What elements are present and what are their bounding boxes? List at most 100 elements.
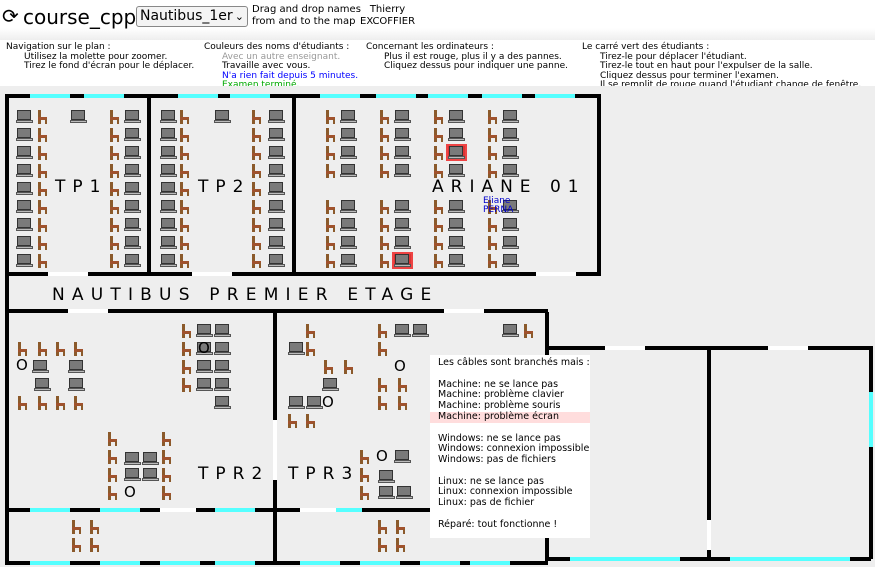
computer-icon[interactable] [322,378,339,391]
computer-icon[interactable] [502,128,519,141]
computer-icon[interactable] [196,378,213,391]
computer-icon[interactable] [214,342,231,355]
computer-icon[interactable] [34,378,51,391]
computer-icon[interactable] [394,146,411,159]
computer-icon[interactable] [68,360,85,373]
computer-icon[interactable] [124,254,141,267]
computer-icon[interactable] [448,110,465,123]
computer-icon[interactable] [394,236,411,249]
computer-icon[interactable] [268,182,285,195]
computer-icon[interactable] [124,146,141,159]
computer-icon[interactable] [340,218,357,231]
computer-icon[interactable] [268,200,285,213]
computer-icon[interactable] [160,218,177,231]
computer-icon[interactable] [142,452,159,465]
computer-icon[interactable] [32,360,49,373]
computer-icon[interactable] [448,218,465,231]
computer-icon[interactable] [124,218,141,231]
computer-icon[interactable] [394,200,411,213]
computer-icon[interactable] [16,254,33,267]
computer-icon[interactable] [378,486,395,499]
computer-icon[interactable] [160,146,177,159]
computer-icon[interactable] [160,236,177,249]
computer-icon[interactable] [288,396,305,409]
computer-icon[interactable] [16,236,33,249]
computer-icon[interactable] [268,110,285,123]
computer-icon[interactable] [124,236,141,249]
computer-icon[interactable] [16,164,33,177]
computer-icon[interactable] [394,450,411,463]
computer-icon[interactable] [214,378,231,391]
computer-icon[interactable] [288,342,305,355]
computer-icon[interactable] [394,218,411,231]
computer-icon[interactable] [16,128,33,141]
computer-icon[interactable] [412,324,429,337]
computer-icon[interactable] [268,236,285,249]
computer-icon[interactable] [394,324,411,337]
menu-item[interactable]: Windows: pas de fichiers [430,454,590,466]
computer-icon[interactable] [196,324,213,337]
computer-icon[interactable] [196,360,213,373]
computer-icon[interactable] [16,200,33,213]
computer-icon[interactable] [16,146,33,159]
computer-icon[interactable] [502,110,519,123]
computer-icon[interactable] [340,110,357,123]
computer-icon[interactable] [214,324,231,337]
computer-icon[interactable] [142,468,159,481]
computer-icon[interactable] [340,254,357,267]
computer-icon[interactable] [160,110,177,123]
reload-icon[interactable]: ⟳ [2,6,19,26]
computer-icon[interactable] [502,324,519,337]
computer-icon[interactable] [268,254,285,267]
computer-icon[interactable] [124,182,141,195]
computer-icon[interactable] [340,200,357,213]
computer-icon[interactable] [160,164,177,177]
computer-icon[interactable] [124,468,141,481]
computer-icon[interactable] [340,146,357,159]
computer-icon[interactable] [394,110,411,123]
computer-icon[interactable] [70,110,87,123]
computer-icon[interactable] [160,254,177,267]
computer-icon[interactable] [448,200,465,213]
computer-icon[interactable] [448,254,465,267]
computer-icon[interactable] [16,110,33,123]
menu-item[interactable]: Réparé: tout fonctionne ! [430,519,590,531]
computer-icon[interactable] [16,182,33,195]
computer-icon[interactable] [160,128,177,141]
computer-icon[interactable] [124,164,141,177]
broken-computer-icon[interactable] [448,146,465,159]
computer-icon[interactable] [306,396,323,409]
menu-item[interactable]: Linux: pas de fichier [430,497,590,509]
computer-icon[interactable] [68,378,85,391]
computer-icon[interactable] [268,128,285,141]
computer-icon[interactable] [448,164,465,177]
computer-icon[interactable] [394,128,411,141]
computer-icon[interactable] [448,128,465,141]
computer-icon[interactable] [340,128,357,141]
computer-icon[interactable] [448,236,465,249]
menu-item[interactable]: Machine: problème écran [430,411,590,423]
computer-icon[interactable] [396,486,413,499]
computer-icon[interactable] [268,164,285,177]
computer-icon[interactable] [214,110,231,123]
computer-icon[interactable] [268,218,285,231]
computer-icon[interactable] [214,360,231,373]
computer-icon[interactable] [394,164,411,177]
computer-icon[interactable] [214,396,231,409]
computer-icon[interactable] [160,200,177,213]
computer-icon[interactable] [502,218,519,231]
computer-icon[interactable] [340,164,357,177]
computer-icon[interactable] [160,182,177,195]
computer-icon[interactable] [340,236,357,249]
computer-icon[interactable] [502,164,519,177]
computer-icon[interactable] [124,200,141,213]
computer-icon[interactable] [378,470,395,483]
computer-icon[interactable] [124,110,141,123]
computer-icon[interactable] [16,218,33,231]
computer-icon[interactable] [124,452,141,465]
computer-icon[interactable] [124,128,141,141]
teacher-name[interactable]: Thierry EXCOFFIER [360,4,415,28]
computer-icon[interactable] [502,236,519,249]
computer-icon[interactable] [502,146,519,159]
computer-icon[interactable] [502,254,519,267]
